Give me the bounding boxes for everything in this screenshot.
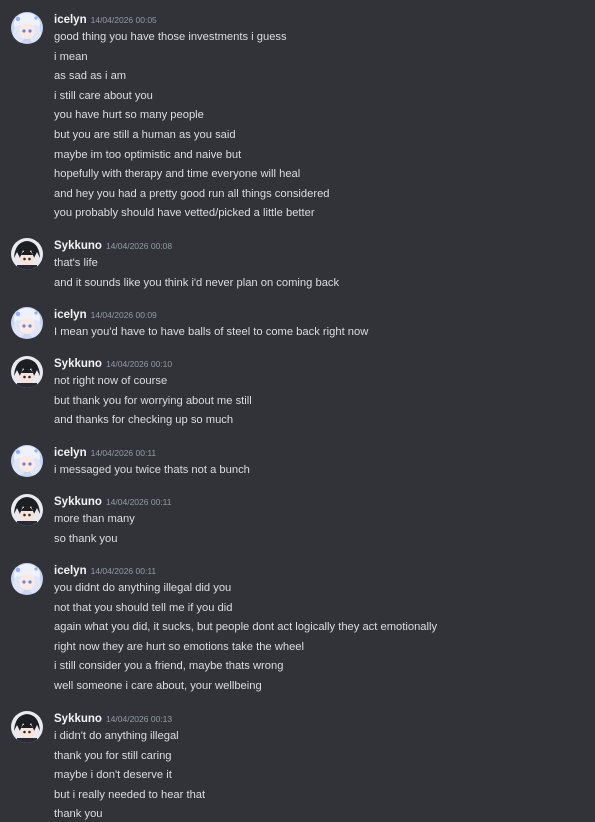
icelyn-avatar-icon[interactable]: [11, 445, 43, 477]
message-header: Sykkuno 14/04/2026 00:11: [54, 492, 171, 510]
sykkuno-avatar-icon[interactable]: [11, 711, 43, 743]
username[interactable]: Sykkuno: [54, 240, 102, 252]
message-line: but you are still a human as you said: [54, 128, 236, 141]
username[interactable]: Sykkuno: [54, 496, 102, 508]
chat-message-list: icelyn 14/04/2026 00:05 good thing you ha…: [0, 0, 595, 822]
message-line: and hey you had a pretty good run all th…: [54, 187, 330, 200]
message-header: Sykkuno 14/04/2026 00:13: [54, 709, 172, 727]
message-line: i mean: [54, 50, 88, 63]
message-content: I mean you'd have to have balls of steel…: [54, 323, 368, 343]
message-content: that's life and it sounds like you think…: [54, 254, 339, 293]
message-line: as sad as i am: [54, 70, 127, 83]
message-line: again what you did, it sucks, but people…: [54, 621, 438, 634]
message-line: not that you should tell me if you did: [54, 601, 233, 614]
message-line: i still care about you: [54, 89, 153, 102]
timestamp[interactable]: 14/04/2026 00:13: [106, 714, 172, 724]
message-line: hopefully with therapy and time everyone…: [54, 168, 301, 181]
timestamp[interactable]: 14/04/2026 00:10: [106, 359, 172, 369]
message-line: you probably should have vetted/picked a…: [54, 207, 315, 220]
username[interactable]: Sykkuno: [54, 713, 102, 725]
message-header: icelyn 14/04/2026 00:05: [54, 10, 157, 28]
sykkuno-avatar-icon[interactable]: [11, 494, 43, 526]
message-header: icelyn 14/04/2026 00:11: [54, 443, 156, 461]
timestamp[interactable]: 14/04/2026 00:11: [91, 448, 157, 458]
timestamp[interactable]: 14/04/2026 00:11: [106, 497, 172, 507]
message-line: i messaged you twice thats not a bunch: [54, 464, 250, 476]
sykkuno-avatar-icon[interactable]: [11, 238, 43, 270]
message-header: icelyn 14/04/2026 00:09: [54, 305, 157, 323]
message-line: maybe im too optimistic and naive but: [54, 148, 242, 161]
message-line: so thank you: [54, 532, 118, 545]
message-line: but thank you for worrying about me stil…: [54, 394, 252, 407]
timestamp[interactable]: 14/04/2026 00:08: [106, 241, 172, 251]
message-content: you didnt do anything illegal did you no…: [54, 579, 437, 697]
message-header: Sykkuno 14/04/2026 00:10: [54, 354, 172, 372]
message-line: more than many: [54, 513, 135, 525]
message-line: that's life: [54, 257, 98, 269]
message-line: i didn't do anything illegal: [54, 730, 179, 742]
message-line: well someone i care about, your wellbein…: [54, 679, 262, 692]
message-line: thank you: [54, 808, 103, 821]
message-header: Sykkuno 14/04/2026 00:08: [54, 236, 172, 254]
icelyn-avatar-icon[interactable]: [11, 12, 43, 44]
message-content: more than many so thank you: [54, 510, 135, 549]
message-line: thank you for still caring: [54, 749, 172, 762]
message-line: but i really needed to hear that: [54, 788, 206, 801]
message-line: and it sounds like you think i'd never p…: [54, 276, 340, 289]
message-line: and thanks for checking up so much: [54, 414, 234, 427]
message-line: you have hurt so many people: [54, 109, 204, 122]
message-line: I mean you'd have to have balls of steel…: [54, 326, 369, 338]
username[interactable]: icelyn: [54, 565, 87, 577]
message-content: i didn't do anything illegal thank you f…: [54, 727, 205, 822]
username[interactable]: Sykkuno: [54, 358, 102, 370]
timestamp[interactable]: 14/04/2026 00:05: [91, 15, 157, 25]
username[interactable]: icelyn: [54, 447, 87, 459]
timestamp[interactable]: 14/04/2026 00:09: [91, 310, 157, 320]
timestamp[interactable]: 14/04/2026 00:11: [91, 566, 157, 576]
message-line: not right now of course: [54, 375, 168, 387]
message-line: you didnt do anything illegal did you: [54, 582, 232, 594]
username[interactable]: icelyn: [54, 14, 87, 26]
icelyn-avatar-icon[interactable]: [11, 307, 43, 339]
message-header: icelyn 14/04/2026 00:11: [54, 561, 156, 579]
message-line: i still consider you a friend, maybe tha…: [54, 660, 284, 673]
message-line: right now they are hurt so emotions take…: [54, 640, 304, 653]
message-line: good thing you have those investments i …: [54, 31, 287, 43]
message-line: maybe i don't deserve it: [54, 769, 172, 782]
message-content: good thing you have those investments i …: [54, 28, 330, 224]
username[interactable]: icelyn: [54, 309, 87, 321]
sykkuno-avatar-icon[interactable]: [11, 356, 43, 388]
message-content: i messaged you twice thats not a bunch: [54, 461, 250, 481]
icelyn-avatar-icon[interactable]: [11, 563, 43, 595]
message-content: not right now of course but thank you fo…: [54, 372, 252, 431]
